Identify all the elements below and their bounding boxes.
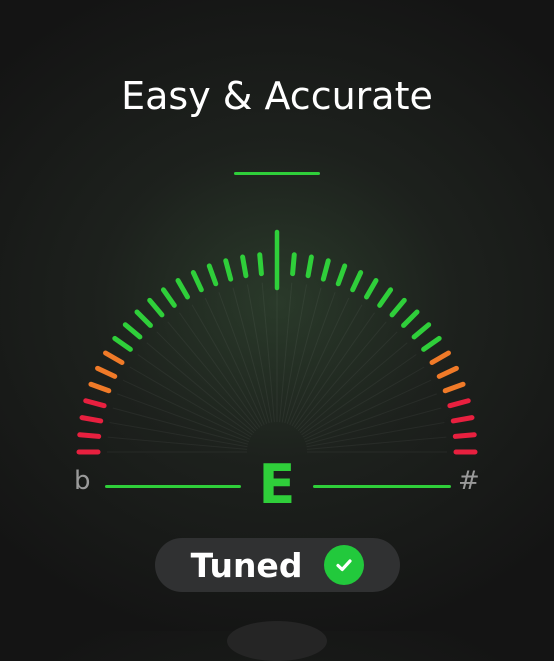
gauge-tick bbox=[95, 365, 118, 379]
gauge-tick bbox=[389, 297, 407, 318]
gauge-tick bbox=[257, 252, 264, 277]
note-label: E bbox=[258, 453, 296, 516]
tuner-gauge bbox=[76, 229, 478, 460]
gauge-tick bbox=[290, 252, 297, 277]
gauge-tick bbox=[83, 398, 107, 409]
gauge-tick bbox=[377, 287, 394, 308]
gauge-tick bbox=[335, 263, 348, 287]
gauge-tick bbox=[240, 254, 249, 279]
gauge-tick bbox=[401, 309, 420, 328]
gauge-tick bbox=[223, 258, 234, 282]
baseline-left bbox=[105, 485, 241, 488]
gauge-tick bbox=[320, 258, 331, 282]
gauge-tick bbox=[160, 287, 177, 308]
status-text: Tuned bbox=[190, 545, 303, 585]
gauge-tick bbox=[452, 432, 477, 439]
flat-symbol: b bbox=[74, 466, 91, 496]
gauge-tick bbox=[77, 432, 102, 439]
gauge-tick bbox=[436, 365, 459, 379]
gauge-tick bbox=[305, 254, 314, 279]
baseline-right bbox=[313, 485, 451, 488]
gauge-tick bbox=[79, 415, 104, 424]
gauge-tick bbox=[350, 270, 364, 293]
gauge-tick bbox=[112, 335, 133, 352]
gauge-tick bbox=[450, 415, 475, 424]
gauge-tick bbox=[88, 381, 112, 394]
status-pill: Tuned bbox=[155, 538, 400, 592]
gauge-tick bbox=[190, 270, 204, 293]
bottom-knob bbox=[227, 621, 327, 661]
gauge-tick bbox=[411, 322, 432, 340]
gauge-tick bbox=[175, 278, 190, 300]
gauge-tick bbox=[147, 297, 165, 318]
gauge-tick bbox=[134, 309, 153, 328]
gauge-tick bbox=[103, 350, 125, 365]
gauge-tick bbox=[122, 322, 143, 340]
gauge-tick bbox=[206, 263, 219, 287]
gauge-tick bbox=[364, 278, 379, 300]
sharp-symbol: # bbox=[458, 466, 480, 496]
check-circle-icon bbox=[324, 545, 365, 585]
gauge-tick bbox=[421, 335, 442, 352]
gauge-tick bbox=[447, 398, 471, 409]
gauge-tick bbox=[429, 350, 451, 365]
gauge-tick bbox=[442, 381, 466, 394]
